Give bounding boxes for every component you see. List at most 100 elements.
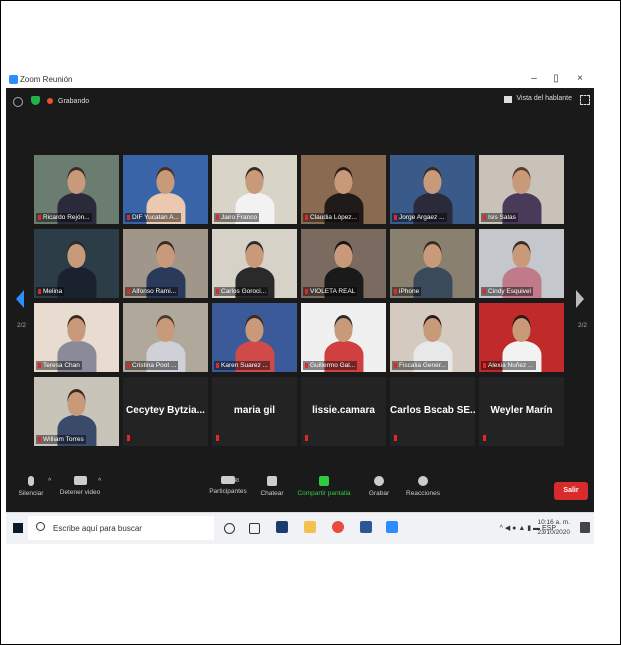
zoom-taskbar-icon[interactable] (386, 521, 398, 533)
participant-tile[interactable]: Alexia Nuñez ... (479, 303, 564, 372)
stop-video-button[interactable]: Detener video ^ (58, 476, 102, 496)
participant-tile[interactable]: Melina (34, 229, 119, 298)
participant-name-large: lissie.camara (312, 405, 375, 416)
participant-name-label: Teresa Chan (43, 362, 80, 369)
video-camera-icon (73, 476, 87, 485)
muted-mic-icon (394, 289, 397, 294)
microphone-icon (28, 476, 34, 486)
share-screen-button[interactable]: Compartir pantalla (295, 476, 353, 497)
participant-tile[interactable]: lissie.camara (301, 377, 386, 446)
record-button[interactable]: Grabar (364, 476, 394, 497)
participant-name-label: DIF Yucatan A... (132, 214, 179, 221)
participant-tile[interactable]: maria gil (212, 377, 297, 446)
muted-mic-icon (483, 363, 486, 368)
muted-mic-icon (38, 289, 41, 294)
record-label: Grabar (368, 490, 390, 497)
muted-mic-icon (394, 435, 397, 441)
windows-taskbar: Escribe aquí para buscar ^ ◀ ● ▲ ▮ ▬ ESP… (6, 512, 594, 544)
clock-date: 23/10/2020 (537, 529, 570, 536)
participant-tile[interactable]: Karen Suarez ... (212, 303, 297, 372)
participant-name-label: Cristina Poot ... (132, 362, 177, 369)
record-icon (374, 476, 384, 486)
participant-tile[interactable]: Guillermo Gal... (301, 303, 386, 372)
participants-button[interactable]: 48 Participantes (206, 476, 250, 495)
leave-button[interactable]: Salir (554, 482, 588, 500)
taskbar-clock[interactable]: 10:16 a. m. 23/10/2020 (537, 518, 570, 538)
share-screen-icon (319, 476, 329, 486)
participant-tile[interactable]: Claudia López... (301, 155, 386, 224)
page-indicator-left: 2/2 (17, 322, 27, 329)
participant-tile[interactable]: DIF Yucatan A... (123, 155, 208, 224)
meeting-toolbar: Silenciar ^ Detener video ^ 48 Participa… (6, 472, 594, 512)
file-explorer-icon[interactable] (304, 521, 316, 533)
zoom-logo-icon (9, 75, 18, 84)
participant-tile[interactable]: Alfonso Rami... (123, 229, 208, 298)
participant-tile[interactable]: Jairo Franco (212, 155, 297, 224)
share-screen-label: Compartir pantalla (297, 490, 351, 497)
word-icon[interactable] (360, 521, 372, 533)
reactions-label: Reacciones (406, 490, 440, 497)
participant-tile[interactable]: VIOLETA REAL (301, 229, 386, 298)
participant-tile[interactable]: Cecytey Bytzia... (123, 377, 208, 446)
chrome-icon[interactable] (332, 521, 344, 533)
participant-tile[interactable]: Fiscalia Gener... (390, 303, 475, 372)
muted-mic-icon (127, 215, 130, 220)
minimize-button[interactable]: – (527, 73, 541, 84)
participant-name: Claudia López... (303, 213, 359, 222)
muted-mic-icon (305, 363, 308, 368)
taskbar-search[interactable]: Escribe aquí para buscar (28, 516, 214, 540)
chat-button[interactable]: Chatear (257, 476, 287, 497)
participant-name-large: Carlos Bscab SE... (390, 405, 475, 416)
participant-tile[interactable]: Cindy Esquivel (479, 229, 564, 298)
participant-tile[interactable]: Carlos Bscab SE... (390, 377, 475, 446)
close-button[interactable]: × (573, 73, 587, 84)
search-icon (36, 522, 45, 531)
participant-tile[interactable]: Ricardo Rejón... (34, 155, 119, 224)
muted-mic-icon (394, 215, 397, 220)
participant-tile[interactable]: Teresa Chan (34, 303, 119, 372)
tray-icons: ^ ◀ ● ▲ ▮ ▬ (499, 525, 541, 532)
info-icon[interactable] (13, 97, 23, 107)
participant-name: Jairo Franco (214, 213, 260, 222)
recording-label: Grabando (58, 98, 90, 105)
participant-tile[interactable]: William Torres (34, 377, 119, 446)
shield-icon[interactable] (31, 96, 40, 105)
participant-name-label: Isis Salas (488, 214, 516, 221)
participant-tile[interactable]: Jorge Argaez ... (390, 155, 475, 224)
window-titlebar: Zoom Reunión – ▯ × (6, 72, 594, 88)
participant-tile[interactable]: Weyler Marín (479, 377, 564, 446)
participant-name: Jorge Argaez ... (392, 213, 447, 222)
participant-name: Ricardo Rejón... (36, 213, 92, 222)
participant-tile[interactable]: Isis Salas (479, 155, 564, 224)
participants-count: 48 (233, 478, 240, 484)
maximize-button[interactable]: ▯ (549, 73, 563, 84)
photoshop-icon[interactable] (276, 521, 288, 533)
participant-tile[interactable]: Carlos Goroci... (212, 229, 297, 298)
grid-icon (504, 96, 513, 103)
participant-name-label: Cindy Esquivel (488, 288, 531, 295)
chat-bubble-icon (267, 476, 277, 486)
video-options-caret-icon[interactable]: ^ (98, 478, 101, 485)
notification-icon[interactable] (580, 522, 590, 533)
fullscreen-icon[interactable] (580, 95, 590, 105)
participant-name-label: Guillermo Gal... (310, 362, 356, 369)
participant-name: VIOLETA REAL (303, 287, 358, 296)
cortana-icon[interactable] (224, 523, 235, 534)
muted-mic-icon (483, 289, 486, 294)
mute-options-caret-icon[interactable]: ^ (48, 478, 51, 485)
mute-button[interactable]: Silenciar ^ (16, 476, 51, 497)
speaker-view-button[interactable]: Vista del hablante (504, 95, 572, 103)
prev-page-arrow-icon[interactable] (16, 290, 24, 308)
participant-name-label: Alfonso Rami... (132, 288, 177, 295)
windows-start-icon[interactable] (13, 523, 23, 533)
next-page-arrow-icon[interactable] (576, 290, 584, 308)
muted-mic-icon (305, 289, 308, 294)
participant-name-label: Alexia Nuñez ... (488, 362, 534, 369)
task-view-icon[interactable] (249, 523, 260, 534)
participant-tile[interactable]: iPhone (390, 229, 475, 298)
zoom-window: Zoom Reunión – ▯ × Grabando Vista del ha… (6, 72, 594, 512)
participant-name-label: VIOLETA REAL (310, 288, 356, 295)
muted-mic-icon (305, 435, 308, 441)
reactions-button[interactable]: Reacciones (403, 476, 443, 497)
participant-tile[interactable]: Cristina Poot ... (123, 303, 208, 372)
